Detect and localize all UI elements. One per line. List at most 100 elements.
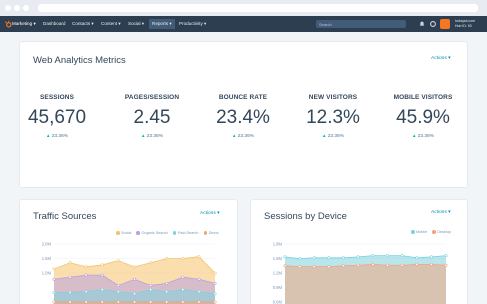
data-point[interactable]: [385, 254, 389, 258]
sessions-by-device-actions-button[interactable]: Actions ▾: [431, 210, 450, 215]
data-point[interactable]: [197, 300, 201, 304]
data-point[interactable]: [197, 290, 201, 294]
data-point[interactable]: [149, 288, 153, 292]
data-point[interactable]: [197, 255, 201, 259]
data-point[interactable]: [149, 261, 153, 265]
y-tick-label: 1.5M: [273, 256, 283, 261]
data-point[interactable]: [371, 254, 375, 258]
data-point[interactable]: [133, 265, 137, 269]
data-point[interactable]: [100, 273, 104, 277]
data-point[interactable]: [165, 290, 169, 294]
data-point[interactable]: [213, 281, 217, 285]
data-point[interactable]: [429, 262, 433, 266]
data-point[interactable]: [52, 267, 56, 271]
data-point[interactable]: [213, 300, 217, 304]
data-point[interactable]: [100, 263, 104, 267]
web-analytics-actions-button[interactable]: Actions ▾: [431, 56, 450, 61]
data-point[interactable]: [84, 265, 88, 269]
data-point[interactable]: [181, 257, 185, 261]
data-point[interactable]: [84, 300, 88, 304]
data-point[interactable]: [283, 255, 287, 259]
data-point[interactable]: [116, 259, 120, 263]
data-point[interactable]: [100, 288, 104, 292]
data-point[interactable]: [149, 300, 153, 304]
data-point[interactable]: [356, 263, 360, 267]
data-point[interactable]: [342, 264, 346, 268]
data-point[interactable]: [400, 263, 404, 267]
data-point[interactable]: [312, 265, 316, 269]
legend-label: Desktop: [437, 230, 452, 234]
nav-item-contacts[interactable]: Contacts ▾: [72, 21, 94, 27]
data-point[interactable]: [181, 275, 185, 279]
data-point[interactable]: [116, 283, 120, 287]
data-point[interactable]: [181, 300, 185, 304]
metric-label: NEW VISITORS: [308, 94, 358, 101]
data-point[interactable]: [133, 277, 137, 281]
y-tick-label: 0.6M: [273, 300, 283, 304]
settings-icon[interactable]: [429, 20, 437, 28]
data-point[interactable]: [133, 300, 137, 304]
data-point[interactable]: [197, 277, 201, 281]
web-analytics-title: Web Analytics Metrics: [33, 55, 126, 66]
data-point[interactable]: [68, 290, 72, 294]
nav-item-productivity[interactable]: Productivity ▾: [179, 21, 206, 27]
data-point[interactable]: [165, 300, 169, 304]
metric-delta: 23.36%: [327, 134, 345, 139]
data-point[interactable]: [165, 257, 169, 261]
data-point[interactable]: [444, 254, 448, 258]
data-point[interactable]: [444, 263, 448, 267]
data-point[interactable]: [312, 256, 316, 260]
data-point[interactable]: [84, 290, 88, 294]
account-menu[interactable]: hubspot.com Hub ID: 53: [455, 19, 475, 28]
metric-delta: 23.36%: [417, 134, 435, 139]
legend-label: Organic Search: [141, 231, 168, 235]
data-point[interactable]: [415, 262, 419, 266]
data-point[interactable]: [213, 292, 217, 296]
data-point[interactable]: [52, 290, 56, 294]
data-point[interactable]: [356, 255, 360, 259]
data-point[interactable]: [100, 300, 104, 304]
data-point[interactable]: [52, 300, 56, 304]
data-point[interactable]: [116, 290, 120, 294]
window-dot-icon[interactable]: [14, 5, 20, 11]
data-point[interactable]: [149, 283, 153, 287]
data-point[interactable]: [165, 281, 169, 285]
data-point[interactable]: [385, 263, 389, 267]
data-point[interactable]: [415, 256, 419, 260]
avatar[interactable]: [440, 19, 450, 29]
nav-item-social[interactable]: Social ▾: [128, 21, 144, 27]
window-dot-icon[interactable]: [5, 5, 11, 11]
data-point[interactable]: [400, 254, 404, 258]
search-input[interactable]: Search: [316, 20, 406, 28]
data-point[interactable]: [327, 265, 331, 269]
data-point[interactable]: [68, 261, 72, 265]
data-point[interactable]: [429, 255, 433, 259]
data-point[interactable]: [68, 300, 72, 304]
data-point[interactable]: [181, 288, 185, 292]
traffic-sources-actions-button[interactable]: Actions ▾: [200, 211, 219, 216]
data-point[interactable]: [342, 256, 346, 260]
data-point[interactable]: [327, 256, 331, 260]
data-point[interactable]: [52, 277, 56, 281]
data-point[interactable]: [213, 271, 217, 275]
data-point[interactable]: [68, 275, 72, 279]
data-point[interactable]: [298, 265, 302, 269]
up-arrow-icon: ▲: [45, 133, 51, 138]
data-point[interactable]: [298, 257, 302, 261]
data-point[interactable]: [133, 292, 137, 296]
nav-item-content[interactable]: Content ▾: [101, 21, 121, 27]
top-navigation: Marketing ▾ Dashboard Contacts ▾ Content…: [0, 16, 487, 32]
metric-mobile-visitors: MOBILE VISITORS 45.9% ▲ 23.36%: [375, 94, 471, 139]
data-point[interactable]: [371, 262, 375, 266]
window-dot-icon[interactable]: [23, 5, 29, 11]
address-bar[interactable]: [38, 4, 478, 12]
data-point[interactable]: [283, 264, 287, 268]
nav-item-marketing[interactable]: Marketing ▾: [12, 21, 36, 27]
notifications-icon[interactable]: [418, 20, 426, 28]
legend-label: Direct: [208, 231, 219, 235]
data-point[interactable]: [116, 300, 120, 304]
nav-item-dashboard[interactable]: Dashboard: [43, 21, 65, 26]
hubspot-logo-icon[interactable]: [4, 20, 12, 28]
nav-item-reports[interactable]: Reports ▾: [149, 19, 175, 29]
data-point[interactable]: [84, 273, 88, 277]
